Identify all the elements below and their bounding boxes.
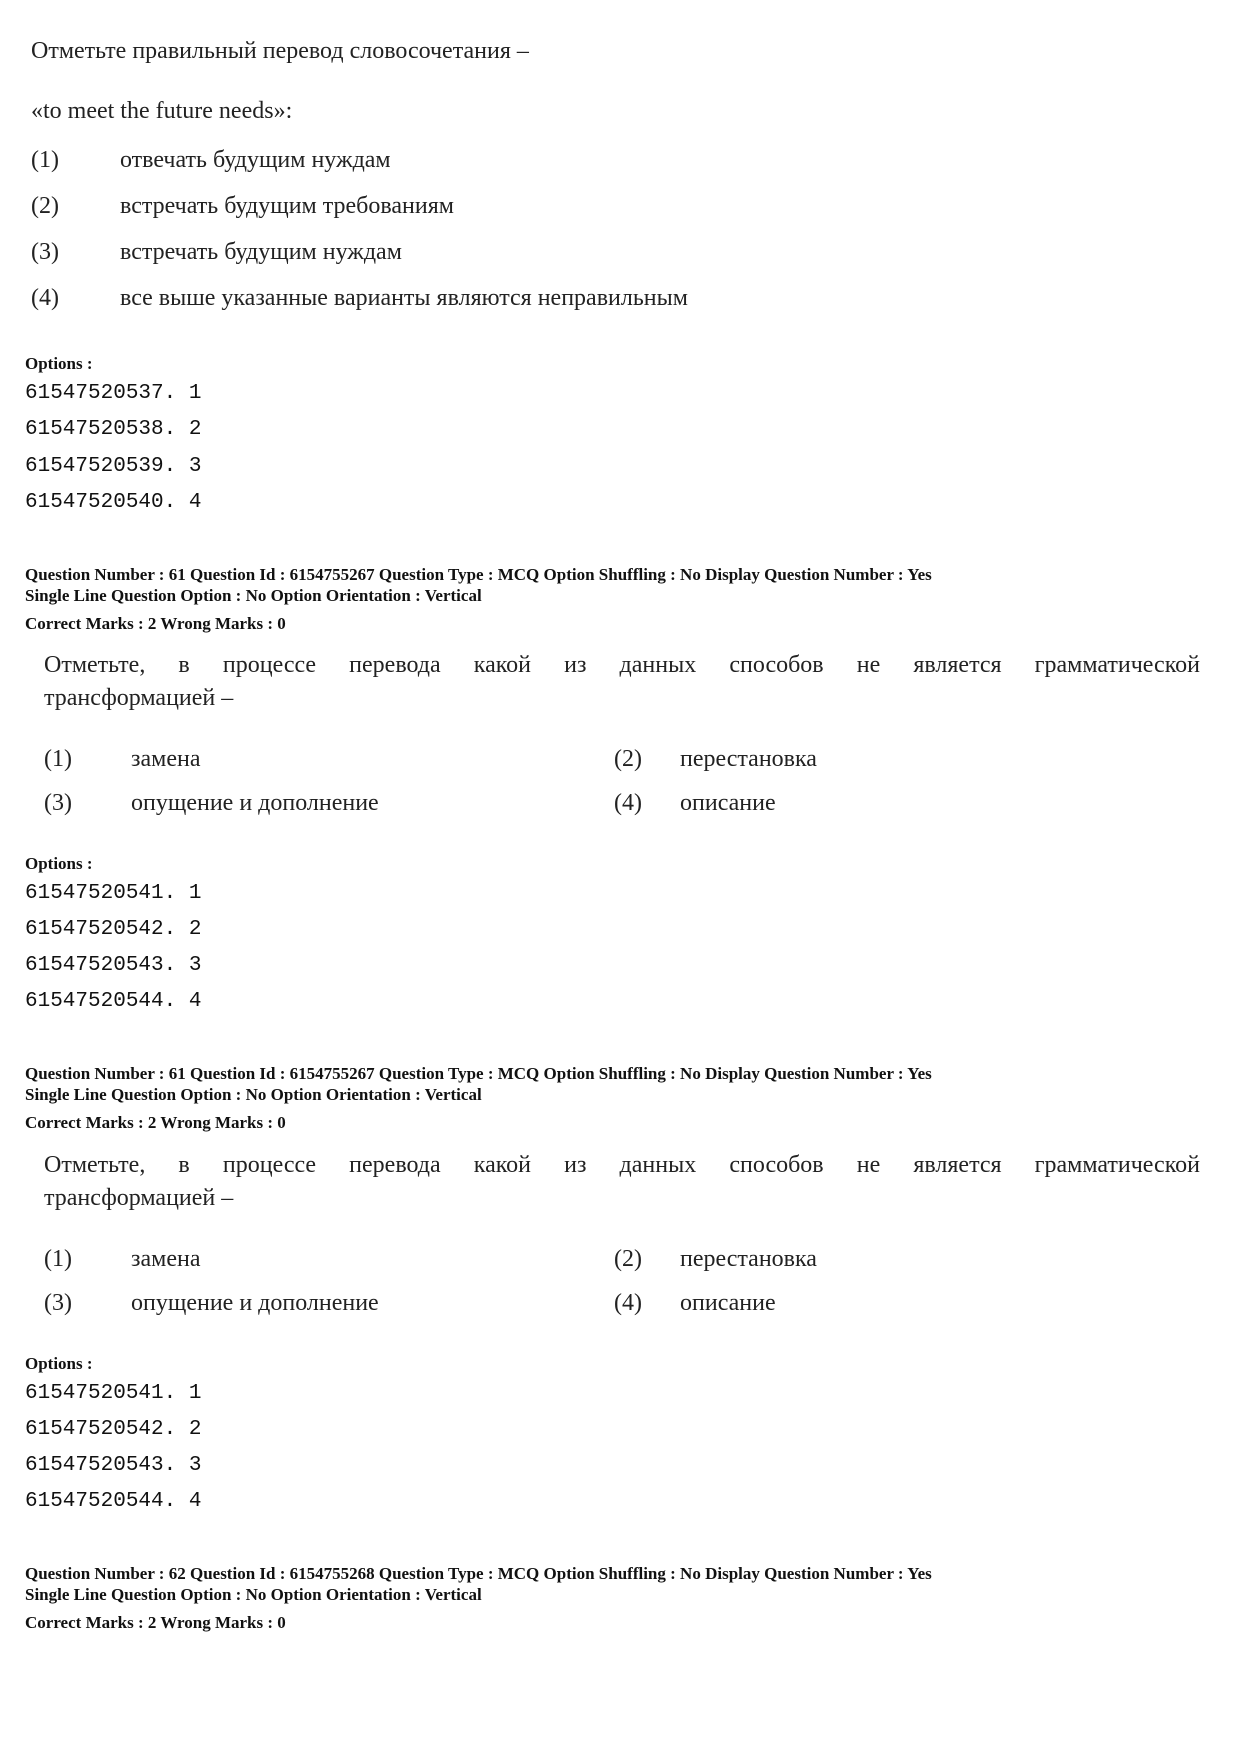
choice-text: опущение и дополнение [131, 1290, 379, 1316]
option-id: 61547520542. 2 [25, 1418, 202, 1441]
question-meta-line-1: Question Number : 61 Question Id : 61547… [25, 1064, 932, 1083]
choice-number: (1) [31, 147, 59, 173]
choice-text: опущение и дополнение [131, 790, 379, 816]
question-meta-line-1: Question Number : 61 Question Id : 61547… [25, 565, 932, 584]
question-text-line-2: трансформацией – [44, 685, 234, 711]
choice-number: (2) [31, 193, 59, 219]
options-label: Options : [25, 854, 93, 873]
choice-number: (4) [614, 790, 642, 816]
choice-text: описание [680, 790, 776, 816]
choice-number: (2) [614, 1246, 642, 1272]
choice-text: замена [131, 746, 201, 772]
question-meta-line-2: Single Line Question Option : No Option … [25, 1085, 482, 1104]
choice-text: отвечать будущим нуждам [120, 147, 391, 173]
choice-text: встречать будущим нуждам [120, 239, 402, 265]
option-id: 61547520541. 1 [25, 1382, 202, 1405]
question-text-line-1: Отметьте правильный перевод словосочетан… [31, 38, 529, 64]
option-id: 61547520541. 1 [25, 882, 202, 905]
options-label: Options : [25, 1354, 93, 1373]
option-id: 61547520543. 3 [25, 954, 202, 977]
option-id: 61547520539. 3 [25, 455, 202, 478]
question-meta-line-2: Single Line Question Option : No Option … [25, 1585, 482, 1604]
choice-text: все выше указанные варианты являются неп… [120, 285, 688, 311]
choice-number: (3) [44, 790, 72, 816]
question-text-line-1: Отметьте, в процессе перевода какой из д… [44, 1152, 1200, 1178]
question-text-line-2: трансформацией – [44, 1185, 234, 1211]
choice-text: замена [131, 1246, 201, 1272]
question-meta-line-1: Question Number : 62 Question Id : 61547… [25, 1564, 932, 1583]
choice-number: (2) [614, 746, 642, 772]
option-id: 61547520543. 3 [25, 1454, 202, 1477]
choice-number: (1) [44, 746, 72, 772]
option-id: 61547520537. 1 [25, 382, 202, 405]
question-text-line-2: «to meet the future needs»: [31, 98, 293, 124]
choice-text: перестановка [680, 746, 817, 772]
options-label: Options : [25, 354, 93, 373]
option-id: 61547520544. 4 [25, 1490, 202, 1513]
option-id: 61547520542. 2 [25, 918, 202, 941]
choice-number: (3) [31, 239, 59, 265]
option-id: 61547520538. 2 [25, 418, 202, 441]
choice-text: встречать будущим требованиям [120, 193, 454, 219]
choice-number: (3) [44, 1290, 72, 1316]
choice-text: описание [680, 1290, 776, 1316]
question-text-line-1: Отметьте, в процессе перевода какой из д… [44, 652, 1200, 678]
choice-number: (4) [614, 1290, 642, 1316]
choice-number: (4) [31, 285, 59, 311]
option-id: 61547520544. 4 [25, 990, 202, 1013]
question-meta-line-2: Single Line Question Option : No Option … [25, 586, 482, 605]
question-marks: Correct Marks : 2 Wrong Marks : 0 [25, 1113, 286, 1132]
question-marks: Correct Marks : 2 Wrong Marks : 0 [25, 1613, 286, 1632]
option-id: 61547520540. 4 [25, 491, 202, 514]
choice-number: (1) [44, 1246, 72, 1272]
question-marks: Correct Marks : 2 Wrong Marks : 0 [25, 614, 286, 633]
choice-text: перестановка [680, 1246, 817, 1272]
